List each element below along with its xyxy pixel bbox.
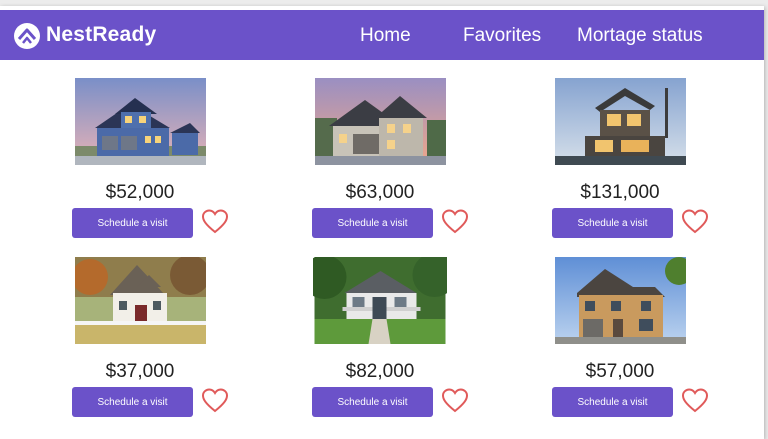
- listing-price: $82,000: [345, 361, 415, 382]
- listing-card: $57,000 Schedule a visit: [535, 257, 709, 423]
- brand-name[interactable]: NestReady: [46, 23, 156, 47]
- schedule-visit-button[interactable]: Schedule a visit: [72, 387, 193, 417]
- listing-card: $63,000 Schedule a visit: [295, 78, 469, 244]
- listing-price: $131,000: [580, 182, 660, 203]
- house-logo-icon: [14, 23, 40, 49]
- schedule-visit-button[interactable]: Schedule a visit: [552, 387, 673, 417]
- nav-home[interactable]: Home: [360, 25, 411, 47]
- app-window: NestReady Home Favorites Mortage status: [0, 6, 764, 439]
- schedule-visit-button[interactable]: Schedule a visit: [312, 387, 433, 417]
- listing-card: $37,000 Schedule a visit: [55, 257, 229, 423]
- listing-price: $63,000: [345, 182, 415, 203]
- house-photo[interactable]: [555, 257, 686, 344]
- listing-card: $82,000 Schedule a visit: [295, 257, 469, 423]
- heart-icon[interactable]: [201, 387, 229, 415]
- listing-price: $52,000: [105, 182, 175, 203]
- heart-icon[interactable]: [681, 208, 709, 236]
- house-photo[interactable]: [75, 78, 206, 165]
- schedule-visit-button[interactable]: Schedule a visit: [72, 208, 193, 238]
- schedule-visit-button[interactable]: Schedule a visit: [312, 208, 433, 238]
- house-photo[interactable]: [75, 257, 206, 344]
- house-photo[interactable]: [315, 78, 446, 165]
- house-photo[interactable]: [555, 78, 686, 165]
- heart-icon[interactable]: [201, 208, 229, 236]
- listing-price: $37,000: [105, 361, 175, 382]
- nav-favorites[interactable]: Favorites: [463, 25, 541, 47]
- top-bar: NestReady Home Favorites Mortage status: [0, 10, 764, 60]
- listing-card: $131,000 Schedule a visit: [535, 78, 709, 244]
- nav-mortgage-status[interactable]: Mortage status: [577, 25, 703, 47]
- listing-price: $57,000: [585, 361, 655, 382]
- listing-card: $52,000 Schedule a visit: [55, 78, 229, 244]
- heart-icon[interactable]: [441, 387, 469, 415]
- house-photo[interactable]: [313, 257, 447, 344]
- schedule-visit-button[interactable]: Schedule a visit: [552, 208, 673, 238]
- heart-icon[interactable]: [441, 208, 469, 236]
- heart-icon[interactable]: [681, 387, 709, 415]
